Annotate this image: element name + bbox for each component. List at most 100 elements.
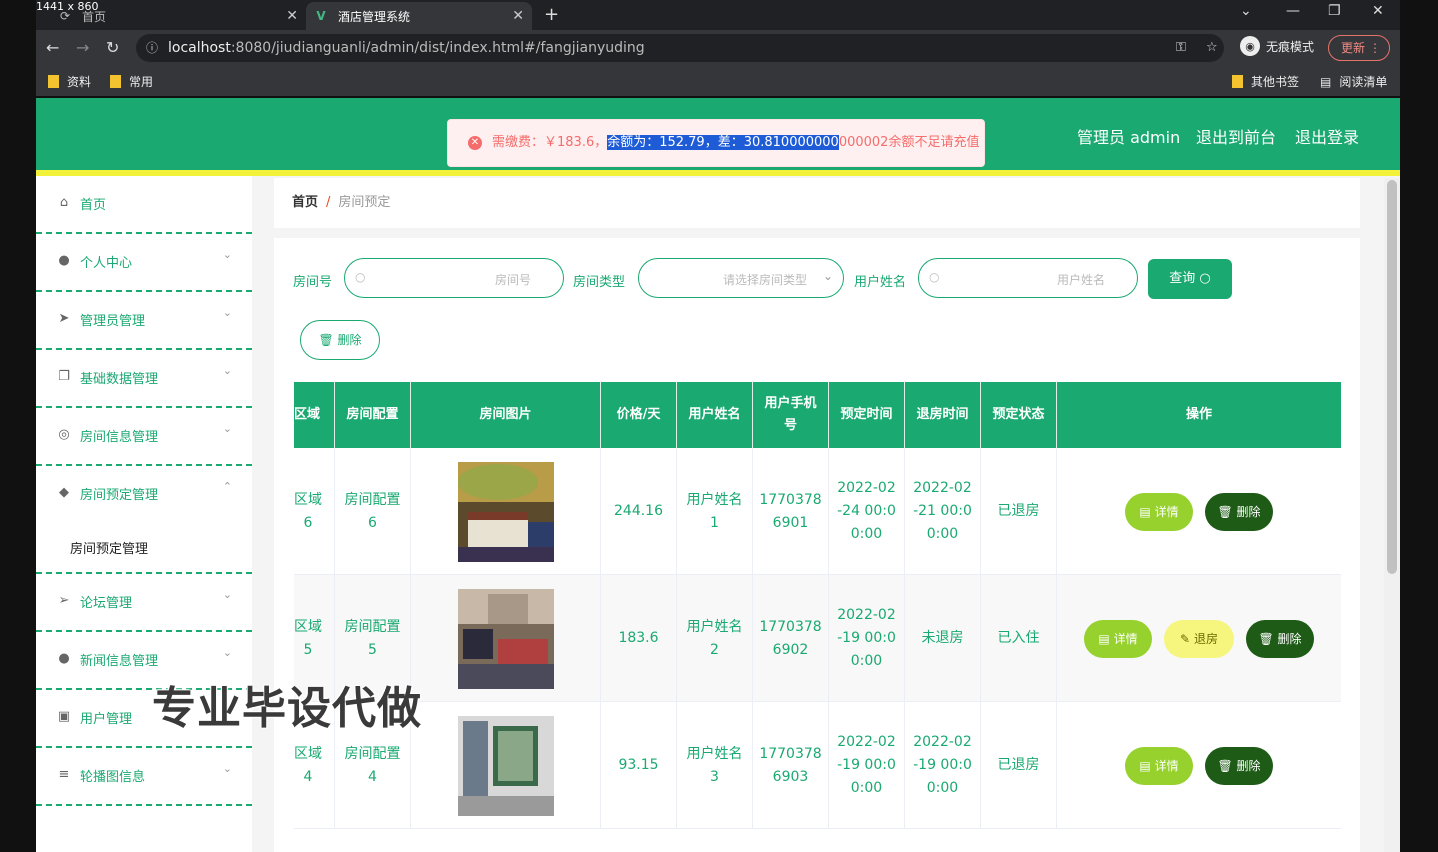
incognito-badge[interactable]: ◉ 无痕模式 xyxy=(1240,36,1314,56)
room-image[interactable] xyxy=(457,715,554,816)
back-icon[interactable]: ← xyxy=(46,38,59,57)
room-image[interactable] xyxy=(457,461,554,562)
cell-phone: 1770378 6901 xyxy=(753,448,829,575)
info-icon[interactable]: ⓘ xyxy=(146,34,158,62)
sidebar-item-label: 管理员管理 xyxy=(80,314,146,329)
sidebar-subitem-room-booking[interactable]: 房间预定管理 xyxy=(36,516,252,574)
sidebar-item-room-info[interactable]: ◎ 房间信息管理 ⌄ xyxy=(36,408,252,466)
back-to-front-link[interactable]: 退出到前台 xyxy=(1196,124,1276,148)
sidebar: ⌂ 首页 ● 个人中心 ⌄ ➤ 管理员管理 ⌄ ❐ 基础数据管理 ⌄ ◎ 房间信… xyxy=(36,176,252,852)
bookmark-label: 常用 xyxy=(129,75,154,89)
chevron-down-icon: ⌄ xyxy=(822,269,833,283)
batch-delete-button[interactable]: 🗑 删除 xyxy=(300,320,380,360)
sidebar-item-carousel[interactable]: ≡ 轮播图信息 ⌄ xyxy=(36,748,252,806)
more-icon: ⋮ xyxy=(1369,41,1381,55)
query-button[interactable]: 查询 ○ xyxy=(1148,259,1232,299)
sidebar-item-label: 房间信息管理 xyxy=(80,430,159,445)
col-header-image: 房间图片 xyxy=(411,382,601,448)
close-icon[interactable]: ✕ xyxy=(512,8,524,24)
delete-button[interactable]: 🗑 删除 xyxy=(1205,492,1273,531)
new-tab-icon[interactable]: + xyxy=(544,4,559,25)
cell-checkout-time: 未退房 xyxy=(905,575,981,702)
trash-icon: 🗑 xyxy=(318,333,334,347)
breadcrumb-separator: / xyxy=(326,195,331,210)
chevron-down-icon: ⌄ xyxy=(222,588,232,601)
document-icon: ▤ xyxy=(1139,504,1151,519)
copy-icon: ❐ xyxy=(58,368,70,384)
table-row: 区域 4 房间配置 4 93.15 用户姓名 3 1770378 6903 20… xyxy=(294,702,1341,829)
document-icon: ▤ xyxy=(1139,758,1151,773)
user-name-input[interactable]: ○ 用户姓名 xyxy=(918,258,1138,298)
logout-link[interactable]: 退出登录 xyxy=(1295,124,1359,148)
close-icon[interactable]: ✕ xyxy=(286,8,298,24)
sidebar-item-forum[interactable]: ➢ 论坛管理 ⌄ xyxy=(36,574,252,632)
room-no-input[interactable]: ○ 房间号 xyxy=(344,258,564,298)
key-icon[interactable]: ⚿ xyxy=(1176,40,1186,55)
sidebar-item-profile[interactable]: ● 个人中心 ⌄ xyxy=(36,234,252,292)
scrollbar-thumb[interactable] xyxy=(1387,180,1397,574)
main-content: 房间号 ○ 房间号 房间类型 请选择房间类型 ⌄ 用户姓名 ○ 用户姓名 查询 … xyxy=(274,238,1360,852)
cell-user: 用户姓名 2 xyxy=(677,575,753,702)
screen-edge xyxy=(1400,0,1438,852)
room-type-select[interactable]: 请选择房间类型 ⌄ xyxy=(638,258,844,298)
incognito-icon: ◉ xyxy=(1240,36,1260,56)
chevron-down-icon: ⌄ xyxy=(222,646,232,659)
close-window-icon[interactable]: ✕ xyxy=(1372,3,1384,19)
update-button[interactable]: 更新 ⋮ xyxy=(1328,35,1390,61)
minimize-icon[interactable]: — xyxy=(1286,3,1300,19)
bookmark-label: 其他书签 xyxy=(1251,75,1300,89)
reload-icon[interactable]: ↻ xyxy=(106,38,119,57)
room-no-label: 房间号 xyxy=(293,275,333,290)
breadcrumb-home[interactable]: 首页 xyxy=(292,195,318,210)
tab-hotel-system[interactable]: V 酒店管理系统 ✕ xyxy=(306,2,532,30)
reading-list[interactable]: ▤ 阅读清单 xyxy=(1320,73,1387,90)
person-icon: ● xyxy=(58,650,70,666)
chevron-down-icon: ⌄ xyxy=(222,762,232,775)
sidebar-item-home[interactable]: ⌂ 首页 xyxy=(36,176,252,234)
detail-button[interactable]: ▤ 详情 xyxy=(1125,746,1193,785)
cell-book-time: 2022-02 -19 00:0 0:00 xyxy=(829,575,905,702)
sidebar-item-label: 基础数据管理 xyxy=(80,372,159,387)
bookmark-folder-ziliao[interactable]: 资料 xyxy=(48,73,91,90)
send-icon: ➤ xyxy=(58,310,70,326)
cell-book-time: 2022-02 -24 00:0 0:00 xyxy=(829,448,905,575)
search-icon: ○ xyxy=(1199,271,1211,286)
cell-image xyxy=(411,575,601,702)
restore-icon[interactable]: ❐ xyxy=(1328,3,1341,19)
sidebar-item-label: 轮播图信息 xyxy=(80,770,146,785)
room-type-label: 房间类型 xyxy=(573,275,626,290)
url-field[interactable]: ⓘ localhost:8080/jiudianguanli/admin/dis… xyxy=(136,34,1224,62)
detail-button[interactable]: ▤ 详情 xyxy=(1125,492,1193,531)
bookmark-folder-other[interactable]: 其他书签 xyxy=(1232,73,1299,90)
bookmark-folder-changyong[interactable]: 常用 xyxy=(110,73,153,90)
update-label: 更新 xyxy=(1341,41,1366,55)
delete-label: 删除 xyxy=(337,333,362,347)
checkout-label: 退房 xyxy=(1193,631,1218,646)
cell-image xyxy=(411,448,601,575)
sidebar-item-admin[interactable]: ➤ 管理员管理 ⌄ xyxy=(36,292,252,350)
toast-text-post: 000002余额不足请充值 xyxy=(838,135,980,150)
vertical-scrollbar[interactable] xyxy=(1384,178,1400,852)
cell-book-time: 2022-02 -19 00:0 0:00 xyxy=(829,702,905,829)
cell-status: 已入住 xyxy=(981,575,1057,702)
chevron-down-icon: ⌄ xyxy=(222,248,232,261)
checkout-button[interactable]: ✎ 退房 xyxy=(1164,619,1234,658)
cell-checkout-time: 2022-02 -19 00:0 0:00 xyxy=(905,702,981,829)
col-header-book-time: 预定时间 xyxy=(829,382,905,448)
delete-button[interactable]: 🗑 删除 xyxy=(1246,619,1314,658)
room-no-placeholder: 房间号 xyxy=(495,273,532,287)
sidebar-item-basic-data[interactable]: ❐ 基础数据管理 ⌄ xyxy=(36,350,252,408)
chart-icon: ▣ xyxy=(57,708,71,724)
cell-phone: 1770378 6903 xyxy=(753,702,829,829)
cell-status: 已退房 xyxy=(981,702,1057,829)
forward-icon[interactable]: → xyxy=(76,38,89,57)
star-icon[interactable]: ☆ xyxy=(1206,40,1218,55)
room-image[interactable] xyxy=(457,588,554,689)
detail-button[interactable]: ▤ 详情 xyxy=(1084,619,1152,658)
menu-icon: ≡ xyxy=(58,766,70,782)
chevron-down-icon[interactable]: ⌄ xyxy=(1240,3,1252,19)
delete-button[interactable]: 🗑 删除 xyxy=(1205,746,1273,785)
folder-icon xyxy=(1232,75,1243,88)
admin-user-label[interactable]: 管理员 admin xyxy=(1077,124,1180,148)
tab-label: 酒店管理系统 xyxy=(338,9,411,24)
